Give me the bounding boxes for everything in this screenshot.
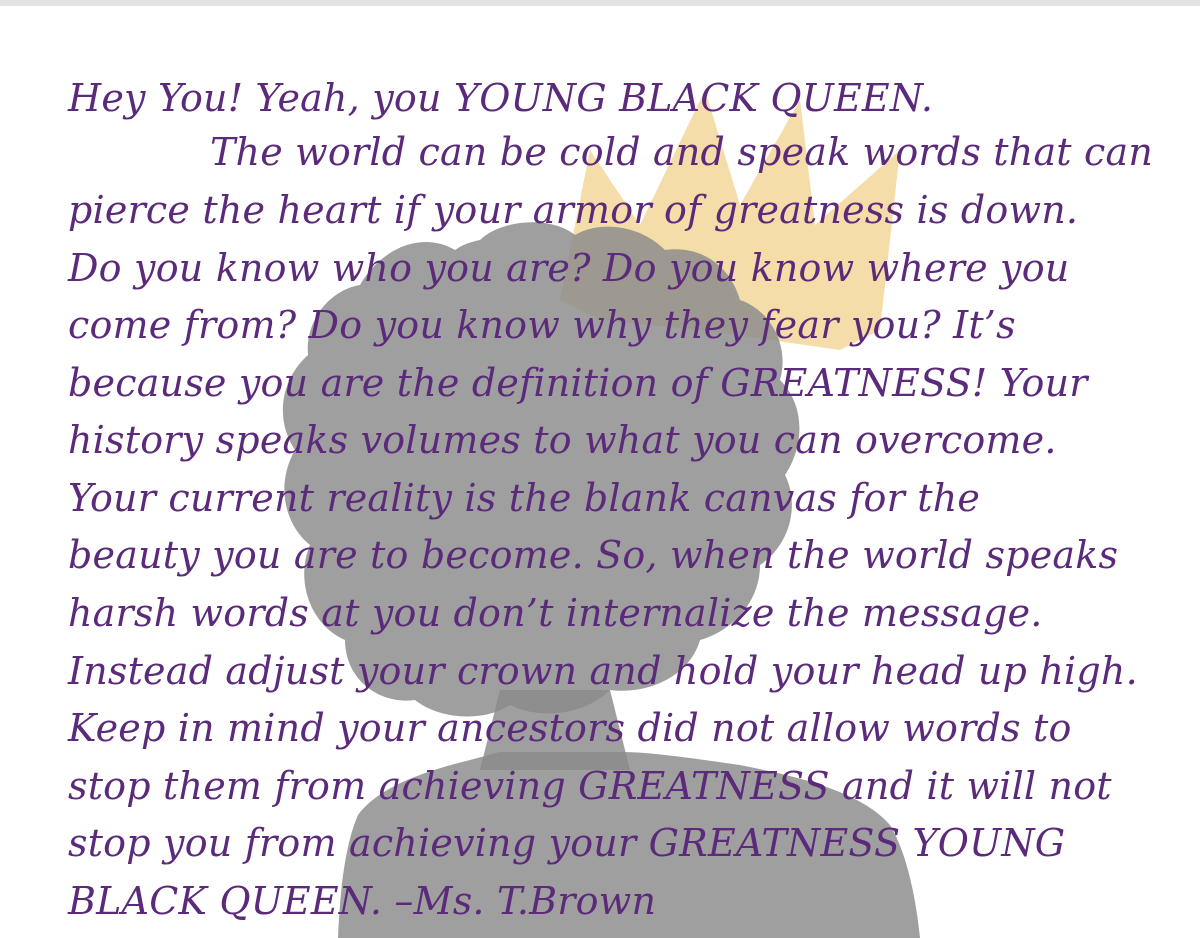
letter-page: Hey You! Yeah, you YOUNG BLACK QUEEN. Th…: [0, 0, 1200, 938]
text-line-11: Instead adjust your crown and hold your …: [68, 649, 1138, 693]
text-line-14: stop you from achieving your GREATNESS Y…: [68, 821, 1066, 865]
text-line-13: stop them from achieving GREATNESS and i…: [68, 764, 1112, 808]
text-line-1: Hey You! Yeah, you YOUNG BLACK QUEEN.: [68, 76, 934, 120]
text-line-5: come from? Do you know why they fear you…: [68, 303, 1016, 347]
text-line-7: history speaks volumes to what you can o…: [68, 418, 1057, 462]
text-line-3: pierce the heart if your armor of greatn…: [68, 188, 1079, 232]
text-line-2: The world can be cold and speak words th…: [210, 130, 1154, 174]
text-line-12: Keep in mind your ancestors did not allo…: [68, 706, 1072, 750]
signature-line: BLACK QUEEN. –Ms. T.Brown: [68, 879, 657, 923]
text-line-8: Your current reality is the blank canvas…: [68, 476, 981, 520]
text-line-9: beauty you are to become. So, when the w…: [68, 533, 1119, 577]
text-line-4: Do you know who you are? Do you know whe…: [68, 246, 1070, 290]
text-line-10: harsh words at you don’t internalize the…: [68, 591, 1043, 635]
letter-text: Hey You! Yeah, you YOUNG BLACK QUEEN. Th…: [0, 0, 1200, 938]
text-line-6: because you are the definition of GREATN…: [68, 361, 1088, 405]
